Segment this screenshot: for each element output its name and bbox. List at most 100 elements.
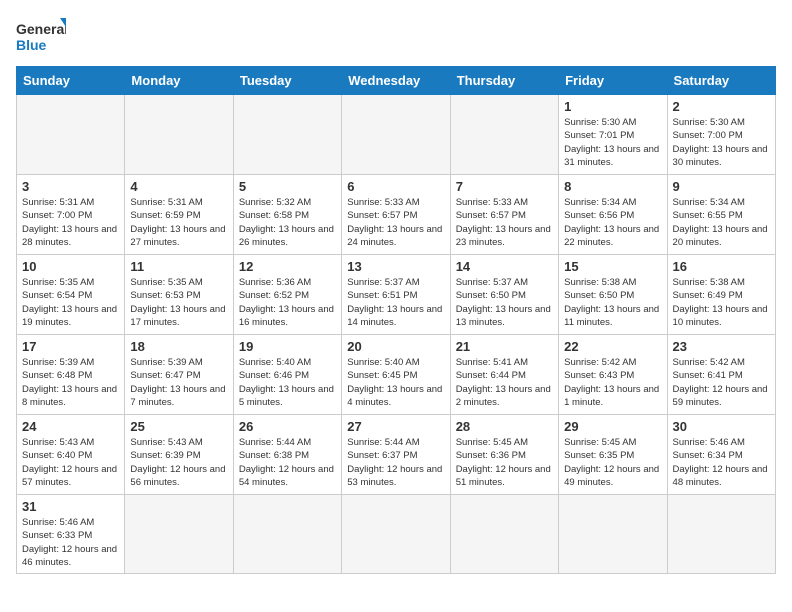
day-info: Sunrise: 5:44 AM Sunset: 6:37 PM Dayligh… xyxy=(347,436,444,489)
logo: General Blue xyxy=(16,16,66,56)
day-info: Sunrise: 5:33 AM Sunset: 6:57 PM Dayligh… xyxy=(347,196,444,249)
day-cell: 5Sunrise: 5:32 AM Sunset: 6:58 PM Daylig… xyxy=(233,175,341,255)
day-info: Sunrise: 5:30 AM Sunset: 7:01 PM Dayligh… xyxy=(564,116,661,169)
day-number: 12 xyxy=(239,259,336,274)
day-cell: 20 Sunrise: 5:40 AM Sunset: 6:45 PM Dayli… xyxy=(342,335,450,415)
day-number: 18 xyxy=(130,339,227,354)
day-number: 23 xyxy=(673,339,770,354)
day-cell: 26 Sunrise: 5:44 AM Sunset: 6:38 PM Dayli… xyxy=(233,415,341,495)
day-number: 24 xyxy=(22,419,119,434)
day-cell: 3 Sunrise: 5:31 AM Sunset: 7:00 PM Daylig… xyxy=(17,175,125,255)
day-cell: 24 Sunrise: 5:43 AM Sunset: 6:40 PM Dayli… xyxy=(17,415,125,495)
day-cell xyxy=(450,495,558,574)
day-number: 8 xyxy=(564,179,661,194)
day-number: 19 xyxy=(239,339,336,354)
day-info: Sunrise: 5:43 AM Sunset: 6:40 PM Dayligh… xyxy=(22,436,119,489)
week-row-3: 17 Sunrise: 5:39 AM Sunset: 6:48 PM Dayli… xyxy=(17,335,776,415)
day-cell: 23 Sunrise: 5:42 AM Sunset: 6:41 PM Dayli… xyxy=(667,335,775,415)
day-cell: 29Sunrise: 5:45 AM Sunset: 6:35 PM Dayli… xyxy=(559,415,667,495)
day-info: Sunrise: 5:43 AM Sunset: 6:39 PM Dayligh… xyxy=(130,436,227,489)
day-cell: 10 Sunrise: 5:35 AM Sunset: 6:54 PM Dayli… xyxy=(17,255,125,335)
week-row-4: 24 Sunrise: 5:43 AM Sunset: 6:40 PM Dayli… xyxy=(17,415,776,495)
day-cell: 11Sunrise: 5:35 AM Sunset: 6:53 PM Dayli… xyxy=(125,255,233,335)
day-info: Sunrise: 5:33 AM Sunset: 6:57 PM Dayligh… xyxy=(456,196,553,249)
day-cell: 4Sunrise: 5:31 AM Sunset: 6:59 PM Daylig… xyxy=(125,175,233,255)
day-cell: 2Sunrise: 5:30 AM Sunset: 7:00 PM Daylig… xyxy=(667,95,775,175)
day-cell xyxy=(233,95,341,175)
day-cell: 7 Sunrise: 5:33 AM Sunset: 6:57 PM Daylig… xyxy=(450,175,558,255)
day-cell: 6Sunrise: 5:33 AM Sunset: 6:57 PM Daylig… xyxy=(342,175,450,255)
day-cell: 15Sunrise: 5:38 AM Sunset: 6:50 PM Dayli… xyxy=(559,255,667,335)
day-info: Sunrise: 5:41 AM Sunset: 6:44 PM Dayligh… xyxy=(456,356,553,409)
header-tuesday: Tuesday xyxy=(233,67,341,95)
day-number: 30 xyxy=(673,419,770,434)
day-number: 26 xyxy=(239,419,336,434)
day-cell: 13Sunrise: 5:37 AM Sunset: 6:51 PM Dayli… xyxy=(342,255,450,335)
day-number: 17 xyxy=(22,339,119,354)
day-cell xyxy=(559,495,667,574)
day-info: Sunrise: 5:40 AM Sunset: 6:46 PM Dayligh… xyxy=(239,356,336,409)
header-wednesday: Wednesday xyxy=(342,67,450,95)
day-cell: 17 Sunrise: 5:39 AM Sunset: 6:48 PM Dayli… xyxy=(17,335,125,415)
day-cell: 16 Sunrise: 5:38 AM Sunset: 6:49 PM Dayli… xyxy=(667,255,775,335)
day-info: Sunrise: 5:44 AM Sunset: 6:38 PM Dayligh… xyxy=(239,436,336,489)
day-number: 14 xyxy=(456,259,553,274)
day-info: Sunrise: 5:40 AM Sunset: 6:45 PM Dayligh… xyxy=(347,356,444,409)
day-number: 2 xyxy=(673,99,770,114)
day-cell xyxy=(667,495,775,574)
day-number: 29 xyxy=(564,419,661,434)
day-number: 16 xyxy=(673,259,770,274)
day-cell: 18 Sunrise: 5:39 AM Sunset: 6:47 PM Dayli… xyxy=(125,335,233,415)
day-number: 7 xyxy=(456,179,553,194)
svg-text:Blue: Blue xyxy=(16,37,47,53)
day-cell: 27Sunrise: 5:44 AM Sunset: 6:37 PM Dayli… xyxy=(342,415,450,495)
day-number: 9 xyxy=(673,179,770,194)
day-number: 1 xyxy=(564,99,661,114)
day-cell: 1 Sunrise: 5:30 AM Sunset: 7:01 PM Daylig… xyxy=(559,95,667,175)
week-row-2: 10 Sunrise: 5:35 AM Sunset: 6:54 PM Dayli… xyxy=(17,255,776,335)
day-info: Sunrise: 5:31 AM Sunset: 7:00 PM Dayligh… xyxy=(22,196,119,249)
day-info: Sunrise: 5:37 AM Sunset: 6:51 PM Dayligh… xyxy=(347,276,444,329)
day-number: 22 xyxy=(564,339,661,354)
header-friday: Friday xyxy=(559,67,667,95)
day-cell xyxy=(342,495,450,574)
day-cell: 30Sunrise: 5:46 AM Sunset: 6:34 PM Dayli… xyxy=(667,415,775,495)
day-cell: 19 Sunrise: 5:40 AM Sunset: 6:46 PM Dayli… xyxy=(233,335,341,415)
day-number: 20 xyxy=(347,339,444,354)
day-info: Sunrise: 5:38 AM Sunset: 6:49 PM Dayligh… xyxy=(673,276,770,329)
day-cell: 28Sunrise: 5:45 AM Sunset: 6:36 PM Dayli… xyxy=(450,415,558,495)
day-cell: 25Sunrise: 5:43 AM Sunset: 6:39 PM Dayli… xyxy=(125,415,233,495)
day-info: Sunrise: 5:35 AM Sunset: 6:53 PM Dayligh… xyxy=(130,276,227,329)
header: General Blue xyxy=(16,16,776,56)
day-cell: 8 Sunrise: 5:34 AM Sunset: 6:56 PM Daylig… xyxy=(559,175,667,255)
day-cell: 9 Sunrise: 5:34 AM Sunset: 6:55 PM Daylig… xyxy=(667,175,775,255)
header-thursday: Thursday xyxy=(450,67,558,95)
day-info: Sunrise: 5:39 AM Sunset: 6:48 PM Dayligh… xyxy=(22,356,119,409)
day-number: 21 xyxy=(456,339,553,354)
day-info: Sunrise: 5:42 AM Sunset: 6:43 PM Dayligh… xyxy=(564,356,661,409)
header-sunday: Sunday xyxy=(17,67,125,95)
day-cell: 31Sunrise: 5:46 AM Sunset: 6:33 PM Dayli… xyxy=(17,495,125,574)
day-cell xyxy=(17,95,125,175)
day-number: 10 xyxy=(22,259,119,274)
day-info: Sunrise: 5:34 AM Sunset: 6:56 PM Dayligh… xyxy=(564,196,661,249)
week-row-1: 3 Sunrise: 5:31 AM Sunset: 7:00 PM Daylig… xyxy=(17,175,776,255)
day-cell xyxy=(125,495,233,574)
day-cell: 14Sunrise: 5:37 AM Sunset: 6:50 PM Dayli… xyxy=(450,255,558,335)
day-info: Sunrise: 5:39 AM Sunset: 6:47 PM Dayligh… xyxy=(130,356,227,409)
day-cell xyxy=(342,95,450,175)
day-number: 3 xyxy=(22,179,119,194)
svg-text:General: General xyxy=(16,21,66,37)
day-cell xyxy=(233,495,341,574)
header-monday: Monday xyxy=(125,67,233,95)
day-cell: 12Sunrise: 5:36 AM Sunset: 6:52 PM Dayli… xyxy=(233,255,341,335)
calendar-table: SundayMondayTuesdayWednesdayThursdayFrid… xyxy=(16,66,776,574)
day-cell: 22 Sunrise: 5:42 AM Sunset: 6:43 PM Dayli… xyxy=(559,335,667,415)
day-cell: 21 Sunrise: 5:41 AM Sunset: 6:44 PM Dayli… xyxy=(450,335,558,415)
day-number: 4 xyxy=(130,179,227,194)
day-info: Sunrise: 5:34 AM Sunset: 6:55 PM Dayligh… xyxy=(673,196,770,249)
day-info: Sunrise: 5:35 AM Sunset: 6:54 PM Dayligh… xyxy=(22,276,119,329)
day-info: Sunrise: 5:42 AM Sunset: 6:41 PM Dayligh… xyxy=(673,356,770,409)
day-info: Sunrise: 5:46 AM Sunset: 6:33 PM Dayligh… xyxy=(22,516,119,569)
day-number: 15 xyxy=(564,259,661,274)
